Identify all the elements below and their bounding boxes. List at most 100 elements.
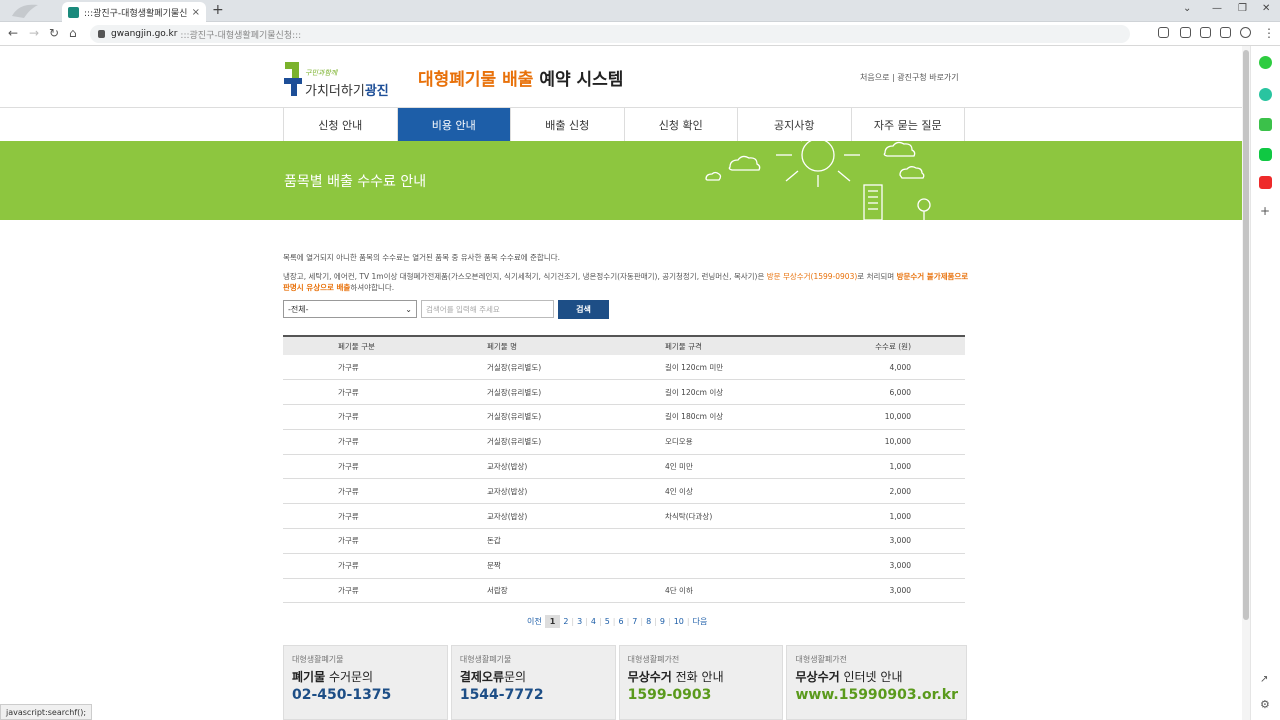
cell-category: 가구류 [338,561,359,571]
cell-spec: 차식탁(다과상) [665,511,713,521]
nav-item-faq[interactable]: 자주 묻는 질문 [852,108,965,141]
page-banner: 품목별 배출 수수료 안내 [0,141,1242,220]
info-box-free-web: 대형생활폐가전 무상수거 인터넷 안내 www.15990903.or.kr [786,645,968,720]
search-button[interactable]: 검색 [558,300,609,319]
table-row: 가구류 교자상(밥상) 4인 미만 1,000 [283,454,965,479]
website-link[interactable]: www.15990903.or.kr [795,687,958,703]
cell-name: 거실장(유리별도) [487,412,542,422]
cell-spec: 4인 이상 [665,486,693,496]
table-row: 가구류 교자상(밥상) 차식탁(다과상) 1,000 [283,504,965,529]
table-row: 가구류 문짝 3,000 [283,553,965,579]
search-input[interactable]: 검색어를 입력해 주세요 [421,300,554,318]
tab-close-icon[interactable]: × [192,7,200,18]
page-link[interactable]: 10 [671,617,687,626]
profile-icon[interactable] [1240,27,1251,38]
chat-app-icon[interactable] [1259,118,1272,131]
pagination: 이전 1 2 | 3 | 4 | 5 | 6 | 7 | 8 | 9 | 10 | 다음 [524,615,710,628]
banner-illustration-icon [705,141,931,220]
close-window-icon[interactable]: ✕ [1262,3,1270,14]
cell-name: 거실장(유리별도) [487,362,542,372]
reload-icon[interactable]: ↻ [49,26,59,40]
site-header: 구민과함께 가치더하기광진 대형폐기물 배출 예약 시스템 처음으로 | 광진구… [0,46,1242,108]
home-icon[interactable]: ⌂ [69,26,77,40]
nav-item-notice[interactable]: 공지사항 [738,108,852,141]
forward-icon[interactable]: → [29,26,39,40]
table-row: 가구류 서랍장 4단 이하 3,000 [283,578,965,603]
back-icon[interactable]: ← [8,26,18,40]
nav-item-apply-guide[interactable]: 신청 안내 [284,108,398,141]
search-filter: -전체- ⌄ 검색어를 입력해 주세요 검색 [283,300,609,319]
prev-page-link[interactable]: 이전 [524,616,545,627]
new-tab-button[interactable]: + [212,2,224,18]
cell-category: 가구류 [338,387,359,397]
cell-spec: 4인 미만 [665,462,693,472]
cell-category: 가구류 [338,586,359,596]
cell-fee: 4,000 [889,362,911,372]
split-view-icon[interactable] [1220,27,1231,38]
play-app-icon[interactable] [1259,88,1272,101]
notice-text-2: 냉장고, 세탁기, 에어컨, TV 1m이상 대형폐가전제품(가스오븐레인지, … [283,272,969,292]
next-page-link[interactable]: 다음 [690,616,711,627]
external-link-icon[interactable]: ↗ [1260,674,1268,685]
browser-tab[interactable]: :::광진구-대형생활폐기물신청::: × [62,2,206,22]
cell-spec: 길이 180cm 이상 [665,412,724,422]
page-link-current[interactable]: 1 [544,615,561,628]
download-icon[interactable] [1158,27,1169,38]
fee-table: 폐기물 구분 폐기물 명 폐기물 규격 수수료 (원) 가구류 거실장(유리별도)… [283,335,965,603]
cell-fee: 3,000 [889,586,911,596]
minimize-icon[interactable]: — [1212,3,1222,14]
cell-spec: 오디오용 [665,437,693,447]
page-link[interactable]: 3 [574,617,585,626]
cell-spec [665,529,825,554]
logo-slogan: 구민과함께 [305,69,338,77]
cell-category: 가구류 [338,536,359,546]
url-host: gwangjin.go.kr [111,29,178,39]
add-app-icon[interactable]: + [1260,204,1270,218]
cell-name: 문짝 [487,561,501,571]
browser-tabbar: :::광진구-대형생활폐기물신청::: × + ⌄ — ❐ ✕ [0,0,1280,22]
page-link[interactable]: 2 [560,617,571,626]
cell-fee: 10,000 [884,412,911,422]
category-select[interactable]: -전체- ⌄ [283,300,417,318]
cell-fee: 2,000 [889,486,911,496]
cell-category: 가구류 [338,462,359,472]
url-path: :::광진구-대형생활폐기물신청::: [180,30,302,41]
site-logo[interactable]: 구민과함께 가치더하기광진 [283,60,408,100]
bird-logo-icon [12,4,38,18]
page-link[interactable]: 5 [602,617,613,626]
nav-item-apply[interactable]: 배출 신청 [511,108,625,141]
circle-app-icon[interactable] [1259,56,1272,69]
info-box-collection: 대형생활폐기물 폐기물 수거문의 02-450-1375 [283,645,448,720]
page-link[interactable]: 8 [643,617,654,626]
restore-icon[interactable]: ❐ [1238,3,1247,14]
nav-item-fee-guide[interactable]: 비용 안내 [397,108,511,141]
nav-item-check[interactable]: 신청 확인 [625,108,738,141]
cell-name: 서랍장 [487,586,508,596]
page-scrollbar[interactable] [1242,46,1250,720]
page-link[interactable]: 9 [657,617,668,626]
cell-category: 가구류 [338,437,359,447]
page-link[interactable]: 7 [629,617,640,626]
cell-spec: 길이 120cm 미만 [665,362,724,372]
red-app-icon[interactable] [1259,176,1272,189]
col-header-fee: 수수료 (원) [875,341,911,351]
page-link[interactable]: 4 [588,617,599,626]
address-bar[interactable]: gwangjin.go.kr :::광진구-대형생활폐기물신청::: [90,25,1130,43]
phone-number: 1544-7772 [459,687,544,703]
table-row: 가구류 돈갑 3,000 [283,529,965,554]
top-links[interactable]: 처음으로 | 광진구청 바로가기 [860,72,959,83]
line-app-icon[interactable] [1259,148,1272,161]
tab-search-icon[interactable]: ⌄ [1183,3,1191,14]
page-link[interactable]: 6 [616,617,627,626]
contact-info: 대형생활폐기물 폐기물 수거문의 02-450-1375 대형생활폐기물 결제오… [283,645,968,720]
screenshot-icon[interactable] [1200,27,1211,38]
settings-gear-icon[interactable]: ⚙ [1260,698,1270,711]
menu-icon[interactable]: ⋮ [1263,26,1275,40]
cast-icon[interactable] [1180,27,1191,38]
chevron-down-icon: ⌄ [405,304,412,314]
web-page: 구민과함께 가치더하기광진 대형폐기물 배출 예약 시스템 처음으로 | 광진구… [0,46,1242,720]
tab-title: :::광진구-대형생활폐기물신청::: [84,8,188,19]
gwangjin-logo-icon [284,62,302,96]
cell-fee: 1,000 [889,462,911,472]
cell-fee: 3,000 [889,536,911,546]
